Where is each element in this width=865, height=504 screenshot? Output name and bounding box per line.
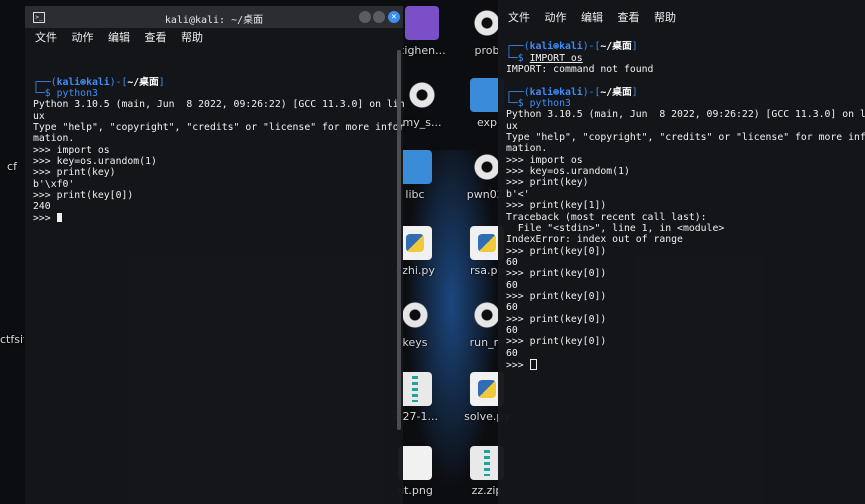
scrollbar[interactable] bbox=[397, 50, 401, 430]
menu-edit[interactable]: 编辑 bbox=[581, 11, 603, 24]
command-line: └─$ python3 bbox=[33, 88, 98, 100]
terminal-window-left[interactable]: >_ kali@kali: ~/桌面 ✕ 文件 动作 编辑 查看 帮助 ┌──(… bbox=[25, 6, 405, 504]
menu-file[interactable]: 文件 bbox=[508, 11, 530, 24]
menu-help[interactable]: 帮助 bbox=[654, 11, 676, 24]
desktop-icon[interactable]: cf bbox=[0, 160, 24, 173]
command-line: └─$ IMPORT os bbox=[506, 52, 583, 64]
menu-action[interactable]: 动作 bbox=[72, 31, 94, 44]
prompt-line: ┌──(kali⊛kali)-[~/桌面] bbox=[506, 86, 638, 98]
terminal-window-right[interactable]: 文件 动作 编辑 查看 帮助 ┌──(kali⊛kali)-[~/桌面] └─$ … bbox=[498, 0, 865, 504]
command-line: └─$ python3 bbox=[506, 98, 571, 110]
executable-gear-icon bbox=[398, 298, 432, 332]
image-file-icon bbox=[398, 446, 432, 480]
terminal-output[interactable]: ┌──(kali⊛kali)-[~/桌面] └─$ IMPORT os IMPORT… bbox=[498, 28, 865, 399]
menu-file[interactable]: 文件 bbox=[35, 31, 57, 44]
php-file-icon bbox=[405, 6, 439, 40]
window-title: kali@kali: ~/桌面 bbox=[164, 15, 264, 26]
executable-gear-icon bbox=[405, 78, 439, 112]
terminal-output[interactable]: ┌──(kali⊛kali)-[~/桌面] └─$ python3 Python 3… bbox=[25, 48, 405, 253]
menu-view[interactable]: 查看 bbox=[145, 31, 167, 44]
minimize-button[interactable] bbox=[359, 11, 371, 23]
title-bar[interactable]: >_ kali@kali: ~/桌面 ✕ bbox=[25, 6, 403, 28]
menu-bar: 文件 动作 编辑 查看 帮助 bbox=[498, 0, 865, 28]
zip-file-icon bbox=[398, 372, 432, 406]
text-cursor bbox=[529, 358, 537, 370]
python-file-icon bbox=[398, 226, 432, 260]
prompt-line: ┌──(kali⊛kali)-[~/桌面] bbox=[33, 76, 165, 88]
menu-view[interactable]: 查看 bbox=[618, 11, 640, 24]
text-cursor bbox=[56, 212, 62, 222]
menu-help[interactable]: 帮助 bbox=[181, 31, 203, 44]
active-prompt: >>> bbox=[33, 212, 395, 224]
close-button[interactable]: ✕ bbox=[388, 11, 400, 23]
maximize-button[interactable] bbox=[373, 11, 385, 23]
menu-action[interactable]: 动作 bbox=[545, 11, 567, 24]
folder-icon bbox=[398, 150, 432, 184]
active-prompt: >>> bbox=[506, 358, 857, 371]
desktop-icon[interactable]: ctfsitepy bbox=[0, 333, 24, 346]
menu-bar: 文件 动作 编辑 查看 帮助 bbox=[25, 28, 403, 48]
menu-edit[interactable]: 编辑 bbox=[108, 31, 130, 44]
prompt-line: ┌──(kali⊛kali)-[~/桌面] bbox=[506, 41, 638, 53]
